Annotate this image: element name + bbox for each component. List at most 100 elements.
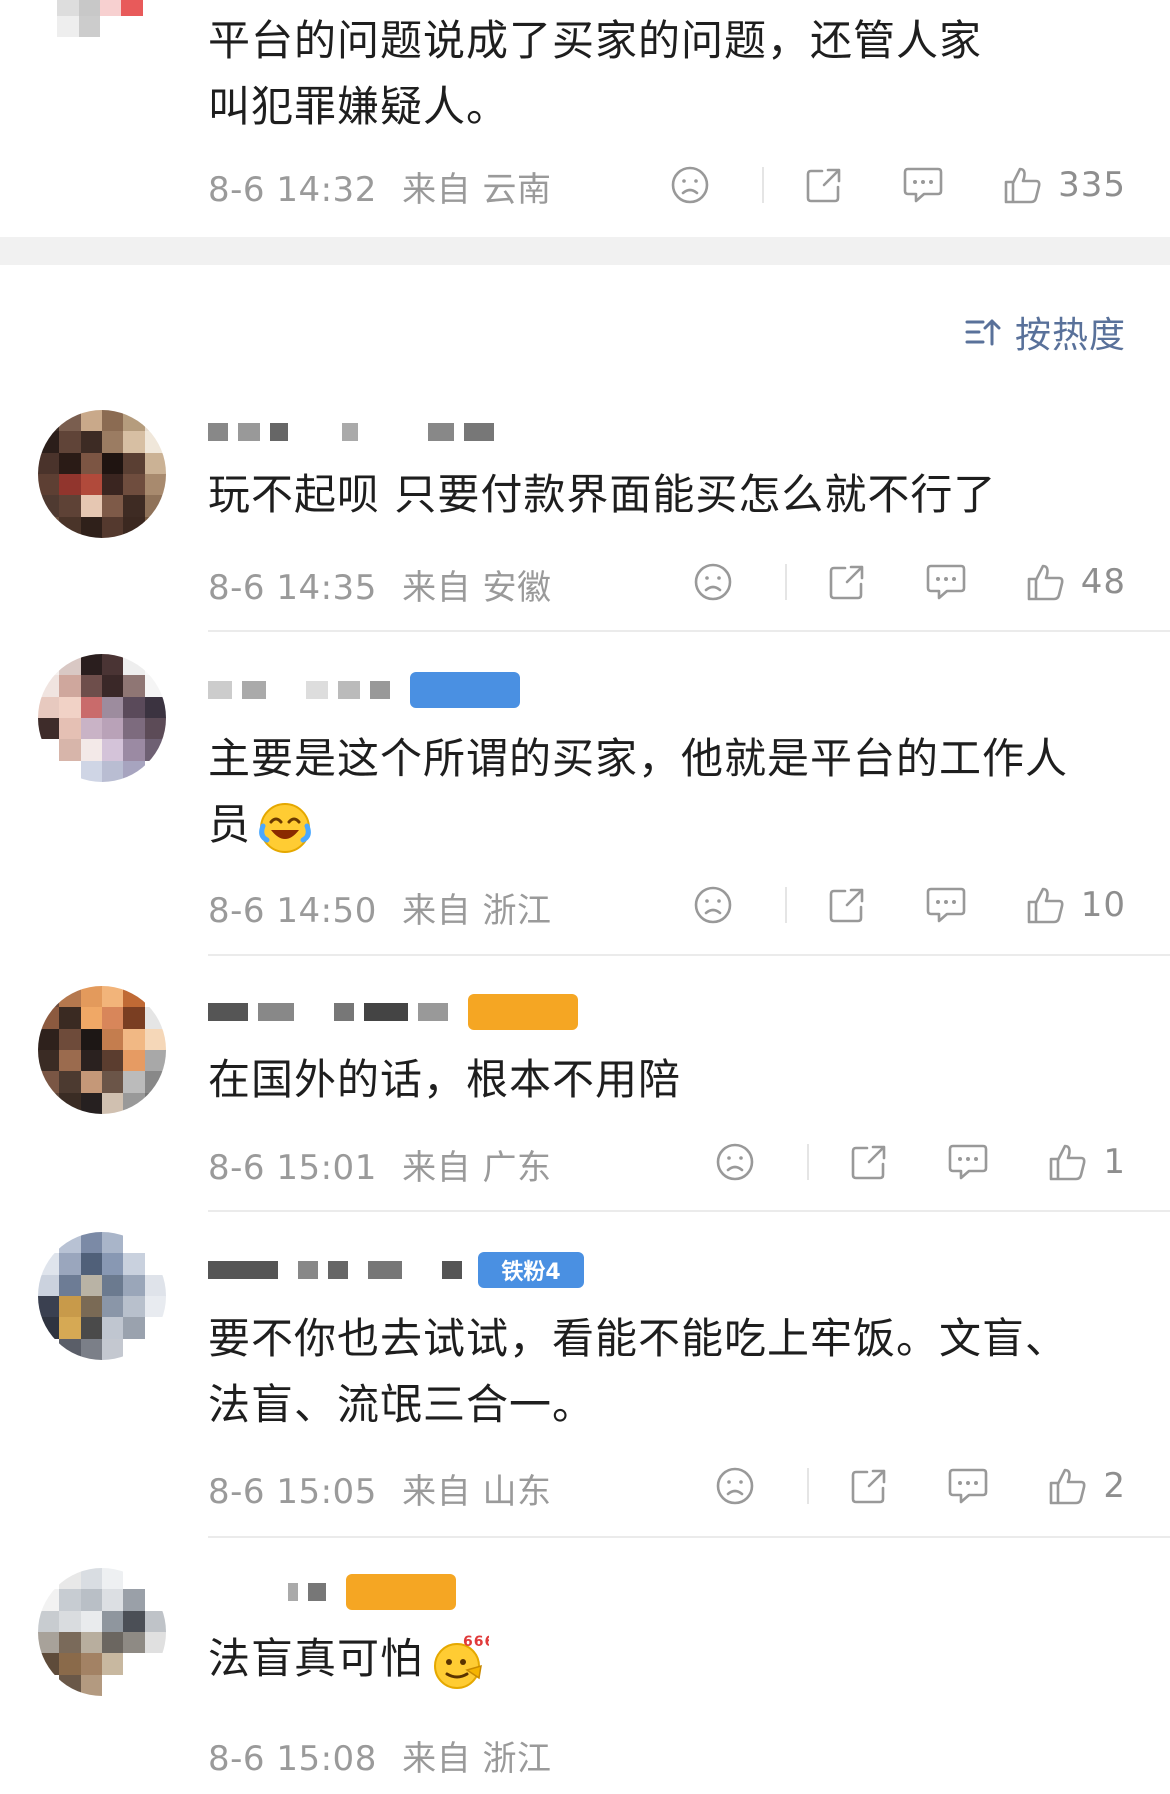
sad-face-icon — [694, 563, 732, 601]
comment-time: 8-6 14:35 — [208, 568, 377, 608]
comment-time: 8-6 15:01 — [208, 1148, 377, 1188]
thumbs-up-icon — [1027, 564, 1064, 601]
comment-text-content: 法盲真可怕 — [208, 1634, 424, 1683]
comment-text: 在国外的话，根本不用陪 — [208, 1055, 682, 1104]
sad-face-icon — [717, 1143, 754, 1181]
like-count: 2 — [1103, 1466, 1126, 1506]
comment-location: 来自 浙江 — [402, 891, 552, 931]
comment-button[interactable] — [902, 165, 944, 205]
avatar[interactable] — [38, 410, 166, 538]
comment-text: 平台的问题说成了买家的问题，还管人家叫犯罪嫌疑人。 — [208, 16, 983, 131]
sort-toggle[interactable]: 按热度 — [965, 306, 1126, 358]
comment-text-content: 主要是这个所谓的买家，他就是平台的工作人员 — [208, 734, 1069, 849]
comment-text: 法盲真可怕 666 — [208, 1626, 1110, 1692]
action-divider — [762, 167, 765, 203]
avatar[interactable] — [38, 654, 166, 782]
thumbs-up-icon — [1050, 1144, 1086, 1181]
dislike-button[interactable] — [693, 562, 733, 602]
share-icon — [852, 1145, 886, 1180]
share-button[interactable] — [849, 1142, 889, 1182]
comment-meta: 8-6 14:35 来自 安徽 — [208, 560, 551, 609]
comment-icon — [926, 887, 966, 923]
comment-actions: 335 — [670, 155, 1126, 215]
like-count: 10 — [1080, 885, 1126, 925]
user-badge — [346, 1574, 456, 1610]
like-button[interactable]: 1 — [1047, 1141, 1126, 1183]
sort-icon — [965, 319, 1001, 346]
username-masked[interactable] — [208, 668, 520, 712]
like-count: 335 — [1058, 165, 1126, 205]
divider — [208, 1210, 1170, 1212]
comment-time: 8-6 15:08 — [208, 1739, 377, 1779]
comment-meta: 8-6 15:08 来自 浙江 — [208, 1731, 551, 1780]
comment-meta: 8-6 15:01 来自 广东 — [208, 1140, 551, 1189]
comment-button[interactable] — [947, 1466, 989, 1506]
666-emoji-icon: 666 — [434, 1634, 489, 1689]
comment-time: 8-6 15:05 — [208, 1472, 377, 1512]
comment-location: 来自 山东 — [402, 1472, 552, 1512]
comment-location: 来自 云南 — [402, 170, 552, 210]
comment-button[interactable] — [925, 562, 967, 602]
username-masked[interactable] — [208, 1570, 456, 1614]
share-button[interactable] — [804, 165, 844, 205]
action-divider — [784, 887, 787, 923]
sad-face-icon — [717, 1467, 754, 1505]
dislike-button[interactable] — [693, 885, 733, 925]
share-button[interactable] — [827, 562, 867, 602]
comment-text: 要不你也去试试，看能不能吃上牢饭。文盲、法盲、流氓三合一。 — [208, 1314, 1069, 1429]
username-masked[interactable]: 铁粉4 — [208, 1248, 584, 1292]
dislike-button[interactable] — [715, 1466, 755, 1506]
comment-actions: 1 — [715, 1132, 1126, 1192]
divider — [208, 1536, 1170, 1538]
avatar[interactable] — [38, 986, 166, 1114]
comment-icon — [949, 1468, 988, 1504]
comment-button[interactable] — [925, 885, 967, 925]
comment-time: 8-6 14:50 — [208, 891, 377, 931]
user-badge: 铁粉4 — [478, 1252, 584, 1288]
comment-actions: 2 — [715, 1456, 1126, 1516]
username-masked[interactable] — [208, 410, 494, 454]
comment-text: 主要是这个所谓的买家，他就是平台的工作人员 — [208, 726, 1110, 858]
comment-meta: 8-6 15:05 来自 山东 — [208, 1464, 551, 1513]
thumbs-up-icon — [1050, 1468, 1086, 1505]
comment-location: 来自 广东 — [402, 1148, 552, 1188]
avatar[interactable] — [36, 0, 164, 80]
action-divider — [807, 1144, 810, 1180]
comment-text: 玩不起呗 只要付款界面能买怎么就不行了 — [208, 470, 997, 519]
avatar[interactable] — [38, 1232, 166, 1360]
comment-time: 8-6 14:32 — [208, 170, 377, 210]
emoji-666-label: 666 — [463, 1634, 489, 1650]
comment-meta: 8-6 14:32 来自 云南 — [208, 162, 551, 211]
comment-meta: 8-6 14:50 来自 浙江 — [208, 883, 551, 932]
share-icon — [829, 888, 864, 923]
thumbs-up-icon — [1027, 887, 1064, 924]
divider — [208, 954, 1170, 956]
share-icon — [806, 168, 841, 203]
username-masked[interactable] — [208, 990, 578, 1034]
share-button[interactable] — [849, 1466, 889, 1506]
like-count: 48 — [1080, 562, 1126, 602]
comment-location: 来自 安徽 — [402, 568, 552, 608]
comment-actions: 10 — [693, 875, 1126, 935]
comment-location: 来自 浙江 — [402, 1739, 552, 1779]
dislike-button[interactable] — [715, 1142, 755, 1182]
like-button[interactable]: 2 — [1047, 1465, 1126, 1507]
sort-label: 按热度 — [1014, 315, 1126, 356]
user-badge — [410, 672, 520, 708]
share-icon — [852, 1469, 886, 1504]
avatar[interactable] — [38, 1568, 166, 1696]
like-button[interactable]: 48 — [1025, 561, 1126, 603]
comment-actions: 48 — [693, 552, 1126, 612]
action-divider — [807, 1468, 810, 1504]
thumbs-up-icon — [1004, 167, 1041, 204]
share-button[interactable] — [827, 885, 867, 925]
like-button[interactable]: 335 — [1002, 164, 1126, 206]
comment-icon — [903, 167, 943, 203]
like-button[interactable]: 10 — [1025, 884, 1126, 926]
dislike-button[interactable] — [670, 165, 710, 205]
comment-icon — [949, 1144, 988, 1180]
comment-button[interactable] — [947, 1142, 989, 1182]
divider — [208, 630, 1170, 632]
user-badge — [468, 994, 578, 1030]
section-separator — [0, 237, 1170, 265]
